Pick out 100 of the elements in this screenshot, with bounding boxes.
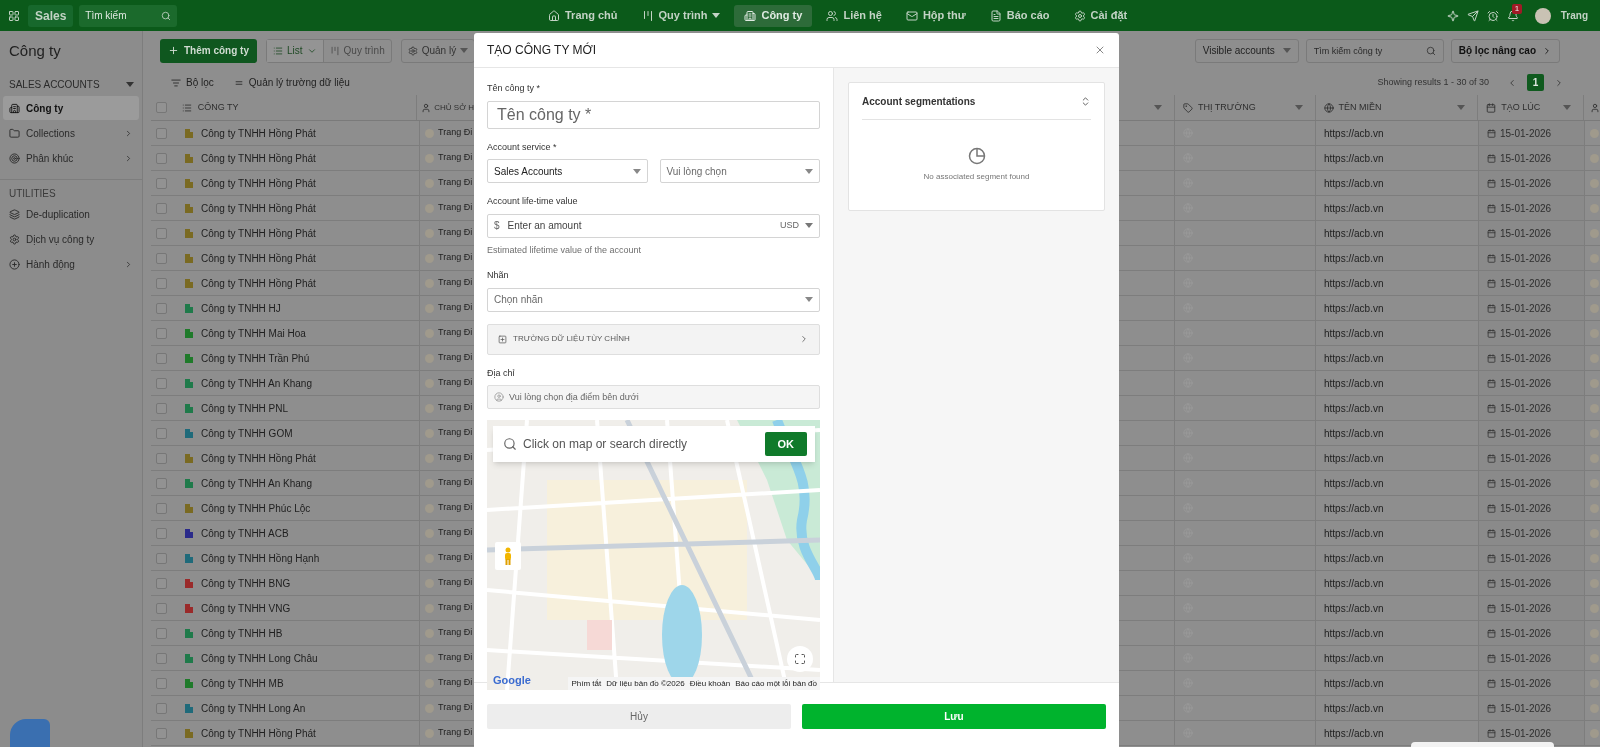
company-name[interactable]: Công ty TNHH An Khang	[201, 475, 312, 491]
domain-link[interactable]: https://acb.vn	[1324, 400, 1384, 416]
domain-link[interactable]: https://acb.vn	[1324, 625, 1384, 641]
company-name[interactable]: Công ty TNHH PNL	[201, 400, 289, 416]
cancel-button[interactable]: Hủy	[487, 704, 791, 729]
company-name[interactable]: Công ty TNHH BNG	[201, 575, 291, 591]
map-search-bar[interactable]: Click on map or search directly OK	[493, 426, 815, 462]
attribution-link[interactable]: Phím tắt	[571, 677, 602, 690]
checkbox[interactable]	[156, 452, 167, 464]
search-input[interactable]: Tìm kiếm	[85, 6, 156, 25]
next-page-icon[interactable]	[1554, 77, 1564, 88]
company-name[interactable]: Công ty TNHH Hồng Hạnh	[201, 550, 320, 566]
domain-link[interactable]: https://acb.vn	[1324, 650, 1384, 666]
close-icon[interactable]	[1094, 44, 1106, 56]
checkbox[interactable]	[156, 577, 167, 589]
custom-fields-section[interactable]: TRƯỜNG DỮ LIỆU TÙY CHỈNH	[487, 323, 820, 355]
sidebar-item[interactable]: Công ty	[3, 96, 139, 120]
company-name[interactable]: Công ty TNHH Hồng Phát	[201, 125, 316, 141]
domain-link[interactable]: https://acb.vn	[1324, 600, 1384, 616]
save-button[interactable]: Lưu	[802, 704, 1106, 729]
column-header[interactable]: THỊ TRƯỜNG	[1197, 100, 1290, 115]
company-name[interactable]: Công ty TNHH HB	[201, 625, 283, 641]
domain-link[interactable]: https://acb.vn	[1324, 500, 1384, 516]
select-field[interactable]: Chọn nhãn	[487, 287, 820, 312]
page-button[interactable]: 1	[1527, 74, 1544, 91]
domain-link[interactable]: https://acb.vn	[1324, 175, 1384, 191]
domain-link[interactable]: https://acb.vn	[1324, 125, 1384, 141]
sidebar-item[interactable]: Collections	[3, 121, 139, 145]
domain-link[interactable]: https://acb.vn	[1324, 425, 1384, 441]
checkbox[interactable]	[156, 552, 167, 564]
checkbox[interactable]	[156, 727, 167, 739]
previous-page-icon[interactable]	[1507, 77, 1517, 88]
nav-tab[interactable]: Công ty	[734, 4, 813, 27]
domain-link[interactable]: https://acb.vn	[1324, 375, 1384, 391]
checkbox[interactable]	[156, 177, 167, 189]
domain-link[interactable]: https://acb.vn	[1324, 200, 1384, 216]
user-name[interactable]: Trang	[1560, 8, 1588, 23]
domain-link[interactable]: https://acb.vn	[1324, 700, 1384, 716]
domain-link[interactable]: https://acb.vn	[1324, 525, 1384, 541]
nav-tab[interactable]: Trang chủ	[538, 4, 628, 27]
checkbox[interactable]	[156, 227, 167, 239]
nav-tab[interactable]: Hộp thư	[895, 4, 976, 27]
nav-tab[interactable]: Cài đặt	[1063, 4, 1138, 27]
checkbox[interactable]	[156, 427, 167, 439]
company-name[interactable]: Công ty TNHH Hồng Phát	[201, 450, 316, 466]
domain-link[interactable]: https://acb.vn	[1324, 475, 1384, 491]
sparkle-icon[interactable]	[1446, 9, 1459, 22]
map-search-field[interactable]: Click on map or search directly	[523, 432, 759, 456]
checkbox[interactable]	[156, 102, 167, 113]
checkbox[interactable]	[156, 252, 167, 264]
manage-fields-button[interactable]: Quản lý trường dữ liệu	[233, 75, 350, 90]
currency-dropdown[interactable]: USD	[780, 218, 813, 233]
attribution-link[interactable]: Báo cáo một lỗi bản đồ	[735, 677, 817, 690]
checkbox[interactable]	[156, 377, 167, 389]
column-header[interactable]: CHỦ SỞ H	[434, 101, 474, 114]
checkbox[interactable]	[156, 327, 167, 339]
company-name[interactable]: Công ty TNHH Hồng Phát	[201, 225, 316, 241]
send-icon[interactable]	[1466, 9, 1479, 22]
add-company-button[interactable]: Thêm công ty	[160, 38, 257, 63]
company-name[interactable]: Công ty TNHH Hồng Phát	[201, 250, 316, 266]
checkbox[interactable]	[156, 677, 167, 689]
checkbox[interactable]	[156, 477, 167, 489]
app-name[interactable]: Sales	[28, 4, 74, 27]
checkbox[interactable]	[156, 502, 167, 514]
bell-icon[interactable]	[1506, 9, 1519, 22]
company-name[interactable]: Công ty TNHH VNG	[201, 600, 291, 616]
company-name[interactable]: Công ty TNHH Long Châu	[201, 650, 318, 666]
visible-accounts-dropdown[interactable]: Visible accounts	[1194, 38, 1299, 63]
company-name[interactable]: Công ty TNHH GOM	[201, 425, 293, 441]
view-tab[interactable]: List	[267, 39, 323, 62]
checkbox[interactable]	[156, 152, 167, 164]
company-name[interactable]: Công ty TNHH Hồng Phát	[201, 200, 316, 216]
search-field[interactable]: Tìm kiếm	[79, 4, 178, 27]
checkbox[interactable]	[156, 602, 167, 614]
company-name[interactable]: Công ty TNHH MB	[201, 675, 284, 691]
search-input[interactable]: Tìm kiếm công ty	[1313, 41, 1422, 60]
attribution-link[interactable]: Dữ liệu bản đồ ©2026	[606, 677, 685, 690]
checkbox[interactable]	[156, 127, 167, 139]
domain-link[interactable]: https://acb.vn	[1324, 325, 1384, 341]
company-name[interactable]: Công ty TNHH Mai Hoa	[201, 325, 306, 341]
domain-link[interactable]: https://acb.vn	[1324, 275, 1384, 291]
checkbox[interactable]	[156, 302, 167, 314]
domain-link[interactable]: https://acb.vn	[1324, 250, 1384, 266]
advanced-filter-button[interactable]: Bộ lọc nâng cao	[1450, 38, 1560, 63]
column-header[interactable]: TÊN MIỀN	[1338, 100, 1453, 115]
domain-link[interactable]: https://acb.vn	[1324, 150, 1384, 166]
address-field[interactable]: Vui lòng chọn địa điểm bên dưới	[487, 385, 820, 409]
domain-link[interactable]: https://acb.vn	[1324, 300, 1384, 316]
company-name[interactable]: Công ty TNHH Hồng Phát	[201, 725, 316, 741]
domain-link[interactable]: https://acb.vn	[1324, 725, 1384, 741]
filter-button[interactable]: Bộ lọc	[171, 75, 214, 90]
select-field[interactable]: Vui lòng chọn	[659, 159, 820, 183]
avatar[interactable]	[1534, 7, 1551, 24]
checkbox[interactable]	[156, 527, 167, 539]
company-name[interactable]: Công ty TNHH ACB	[201, 525, 289, 541]
checkbox[interactable]	[156, 202, 167, 214]
domain-link[interactable]: https://acb.vn	[1324, 575, 1384, 591]
company-name[interactable]: Công ty TNHH Long An	[201, 700, 306, 716]
company-name[interactable]: Công ty TNHH Phúc Lộc	[201, 500, 311, 516]
amount-input[interactable]: Enter an amount	[507, 216, 772, 235]
